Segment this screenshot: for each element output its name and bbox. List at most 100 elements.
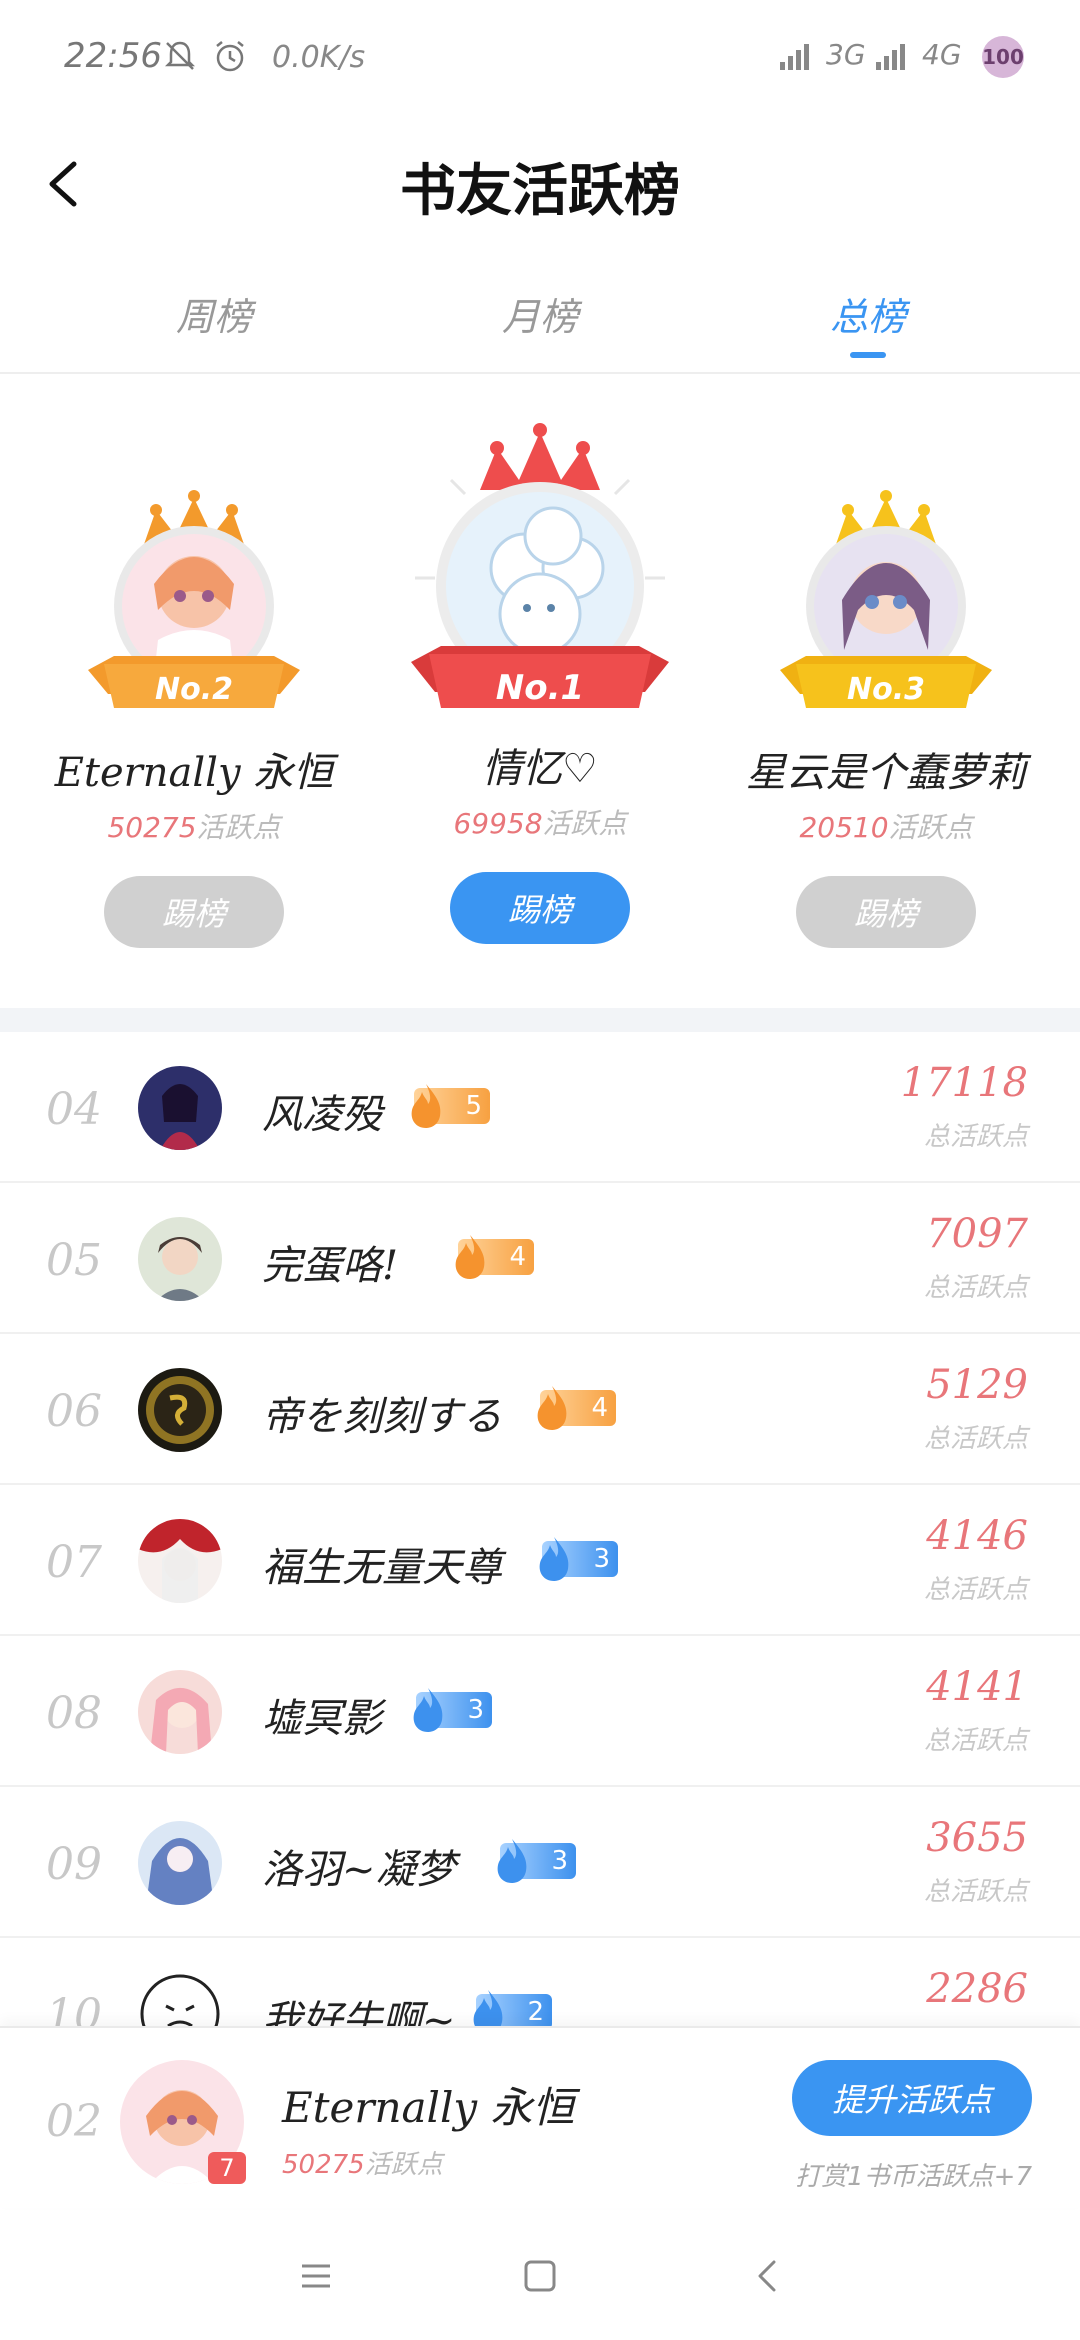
avatar xyxy=(138,1519,222,1603)
level-value: 4 xyxy=(509,1242,526,1272)
kick-button[interactable]: 踢榜 xyxy=(104,876,284,948)
top-three-podium: No.2 Eternally 永恒 50275活跃点 踢榜 No.1 情忆♡ 6… xyxy=(0,374,1080,1008)
username: 风凌殁 xyxy=(262,1092,382,1138)
list-item[interactable]: 08 墟冥影 3 4141 总活跃点 xyxy=(0,1636,1080,1787)
avatar xyxy=(138,1217,222,1301)
battery-icon: 100 xyxy=(982,36,1024,78)
points-value: 50275 xyxy=(282,2150,365,2180)
system-nav-bar xyxy=(0,2210,1080,2340)
list-item[interactable]: 06 帝を刻刻する 4 5129 总活跃点 xyxy=(0,1334,1080,1485)
points-label: 活跃点 xyxy=(196,811,281,844)
score-value: 3655 xyxy=(926,1815,1028,1861)
rank-label: No.3 xyxy=(847,672,925,707)
my-username: Eternally 永恒 xyxy=(282,2083,575,2132)
points-value: 50275 xyxy=(107,811,197,844)
score-value: 4146 xyxy=(926,1513,1028,1559)
rank-number: 08 xyxy=(46,1688,102,1739)
level-value: 3 xyxy=(593,1544,610,1574)
score-label: 总活跃点 xyxy=(923,1424,1028,1454)
page-title: 书友活跃榜 xyxy=(400,158,680,224)
home-icon[interactable] xyxy=(518,2254,562,2298)
username: 帝を刻刻する xyxy=(262,1394,502,1440)
status-bar: 22:56 0.0K/s 3G 4G 100 xyxy=(0,0,1080,110)
avatar[interactable]: No.1 xyxy=(405,418,675,742)
score-label: 总活跃点 xyxy=(923,1273,1028,1303)
my-points: 50275活跃点 xyxy=(282,2144,443,2181)
score-value: 17118 xyxy=(900,1060,1028,1106)
tab-total[interactable]: 总榜 xyxy=(768,286,968,341)
flame-icon xyxy=(497,1839,527,1883)
points-value: 20510 xyxy=(799,811,889,844)
score-value: 5129 xyxy=(926,1362,1028,1408)
username: 墟冥影 xyxy=(262,1696,382,1742)
score-value: 2286 xyxy=(926,1966,1028,2012)
boost-activity-button[interactable]: 提升活跃点 xyxy=(792,2060,1032,2136)
level-badge: 3 xyxy=(539,1537,618,1581)
list-item[interactable]: 05 完蛋咯! 4 7097 总活跃点 xyxy=(0,1183,1080,1334)
rank-label: No.2 xyxy=(155,672,233,707)
rank-label: No.1 xyxy=(495,668,585,708)
flame-icon xyxy=(455,1235,485,1279)
podium-rank-1: No.1 情忆♡ 69958活跃点 踢榜 xyxy=(370,418,710,944)
level-badge: 5 xyxy=(411,1084,490,1128)
level-value: 2 xyxy=(527,1997,544,2027)
avatar xyxy=(138,1368,222,1452)
level-badge: 3 xyxy=(497,1839,576,1883)
score-value: 4141 xyxy=(926,1664,1028,1710)
avatar xyxy=(138,1066,222,1150)
rank-number: 05 xyxy=(46,1235,102,1286)
kick-button[interactable]: 踢榜 xyxy=(796,876,976,948)
list-item[interactable]: 04 风凌殁 5 17118 总活跃点 xyxy=(0,1032,1080,1183)
score-label: 总活跃点 xyxy=(923,1575,1028,1605)
flame-icon xyxy=(539,1537,569,1581)
list-item[interactable]: 07 福生无量天尊 3 4146 总活跃点 xyxy=(0,1485,1080,1636)
points-label: 活跃点 xyxy=(888,811,973,844)
points-value: 69958 xyxy=(453,807,543,840)
level-value: 5 xyxy=(465,1091,482,1121)
avatar xyxy=(138,1821,222,1905)
podium-points: 69958活跃点 xyxy=(370,802,710,842)
level-badge: 4 xyxy=(455,1235,534,1279)
network-speed: 0.0K/s xyxy=(272,40,366,75)
podium-points: 50275活跃点 xyxy=(24,806,364,846)
podium-rank-2: No.2 Eternally 永恒 50275活跃点 踢榜 xyxy=(24,480,364,948)
menu-icon[interactable] xyxy=(294,2254,338,2298)
alarm-icon xyxy=(216,41,244,72)
level-badge: 4 xyxy=(537,1386,616,1430)
avatar[interactable]: No.2 xyxy=(84,480,304,740)
level-badge: 2 xyxy=(473,1990,552,2034)
tab-monthly[interactable]: 月榜 xyxy=(440,286,640,341)
level-badge: 7 xyxy=(208,2152,246,2184)
score-label: 总活跃点 xyxy=(923,1122,1028,1152)
level-badge: 3 xyxy=(413,1688,492,1732)
flame-icon xyxy=(411,1084,441,1128)
podium-points: 20510活跃点 xyxy=(716,806,1056,846)
podium-rank-3: No.3 星云是个蠢萝莉 20510活跃点 踢榜 xyxy=(716,480,1056,948)
level-value: 3 xyxy=(467,1695,484,1725)
points-label: 活跃点 xyxy=(542,807,627,840)
ranking-list: 04 风凌殁 5 17118 总活跃点 05 完蛋咯! 4 7097 总活跃点 … xyxy=(0,1032,1080,2048)
points-label: 活跃点 xyxy=(364,2150,443,2180)
level-value: 4 xyxy=(591,1393,608,1423)
tab-active-indicator xyxy=(850,352,886,358)
signal-icon xyxy=(780,44,809,70)
section-divider xyxy=(0,1008,1080,1032)
avatar[interactable]: No.3 xyxy=(776,480,996,740)
rank-number: 07 xyxy=(46,1537,102,1588)
reward-hint: 打赏1书币活跃点+7 xyxy=(795,2162,1032,2192)
score-label: 总活跃点 xyxy=(923,1726,1028,1756)
list-item[interactable]: 09 洛羽~凝梦 3 3655 总活跃点 xyxy=(0,1787,1080,1938)
kick-button[interactable]: 踢榜 xyxy=(450,872,630,944)
rank-number: 04 xyxy=(46,1084,102,1135)
flame-icon xyxy=(413,1688,443,1732)
username: 完蛋咯! xyxy=(262,1243,399,1289)
status-time: 22:56 xyxy=(64,36,162,76)
avatar xyxy=(138,1670,222,1754)
podium-username: 情忆♡ xyxy=(482,746,598,792)
username: 福生无量天尊 xyxy=(262,1545,502,1591)
tab-weekly[interactable]: 周榜 xyxy=(114,286,314,341)
level-value: 3 xyxy=(551,1846,568,1876)
back-icon[interactable] xyxy=(746,2254,790,2298)
podium-username: Eternally 永恒 xyxy=(54,750,334,796)
username: 洛羽~凝梦 xyxy=(262,1847,456,1893)
